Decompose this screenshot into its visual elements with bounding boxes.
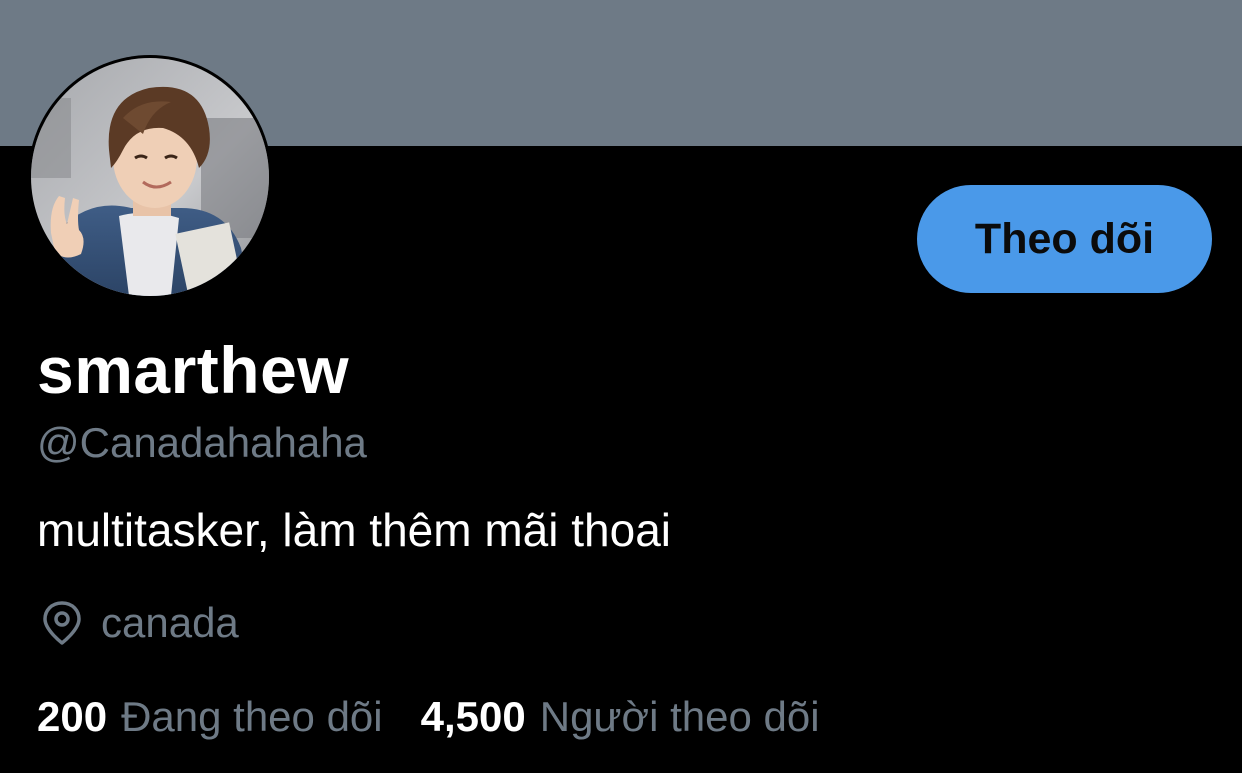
following-count: 200 xyxy=(37,693,108,740)
profile-location: canada xyxy=(37,598,239,648)
display-name: smarthew xyxy=(37,333,350,407)
profile-bio: multitasker, làm thêm mãi thoai xyxy=(37,504,672,556)
follow-stats: 200 Đang theo dõi 4,500 Người theo dõi xyxy=(37,690,858,744)
following-label: Đang theo dõi xyxy=(121,693,383,740)
followers-stat[interactable]: 4,500 Người theo dõi xyxy=(421,693,820,741)
followers-count: 4,500 xyxy=(420,693,526,740)
followers-label: Người theo dõi xyxy=(539,693,820,740)
location-pin-icon xyxy=(37,598,87,648)
follow-button[interactable]: Theo dõi xyxy=(917,185,1212,293)
avatar[interactable] xyxy=(28,55,272,299)
location-text: canada xyxy=(101,599,239,646)
following-stat[interactable]: 200 Đang theo dõi xyxy=(37,693,383,741)
avatar-photo xyxy=(31,58,269,296)
user-handle: @Canadahahaha xyxy=(37,419,367,466)
